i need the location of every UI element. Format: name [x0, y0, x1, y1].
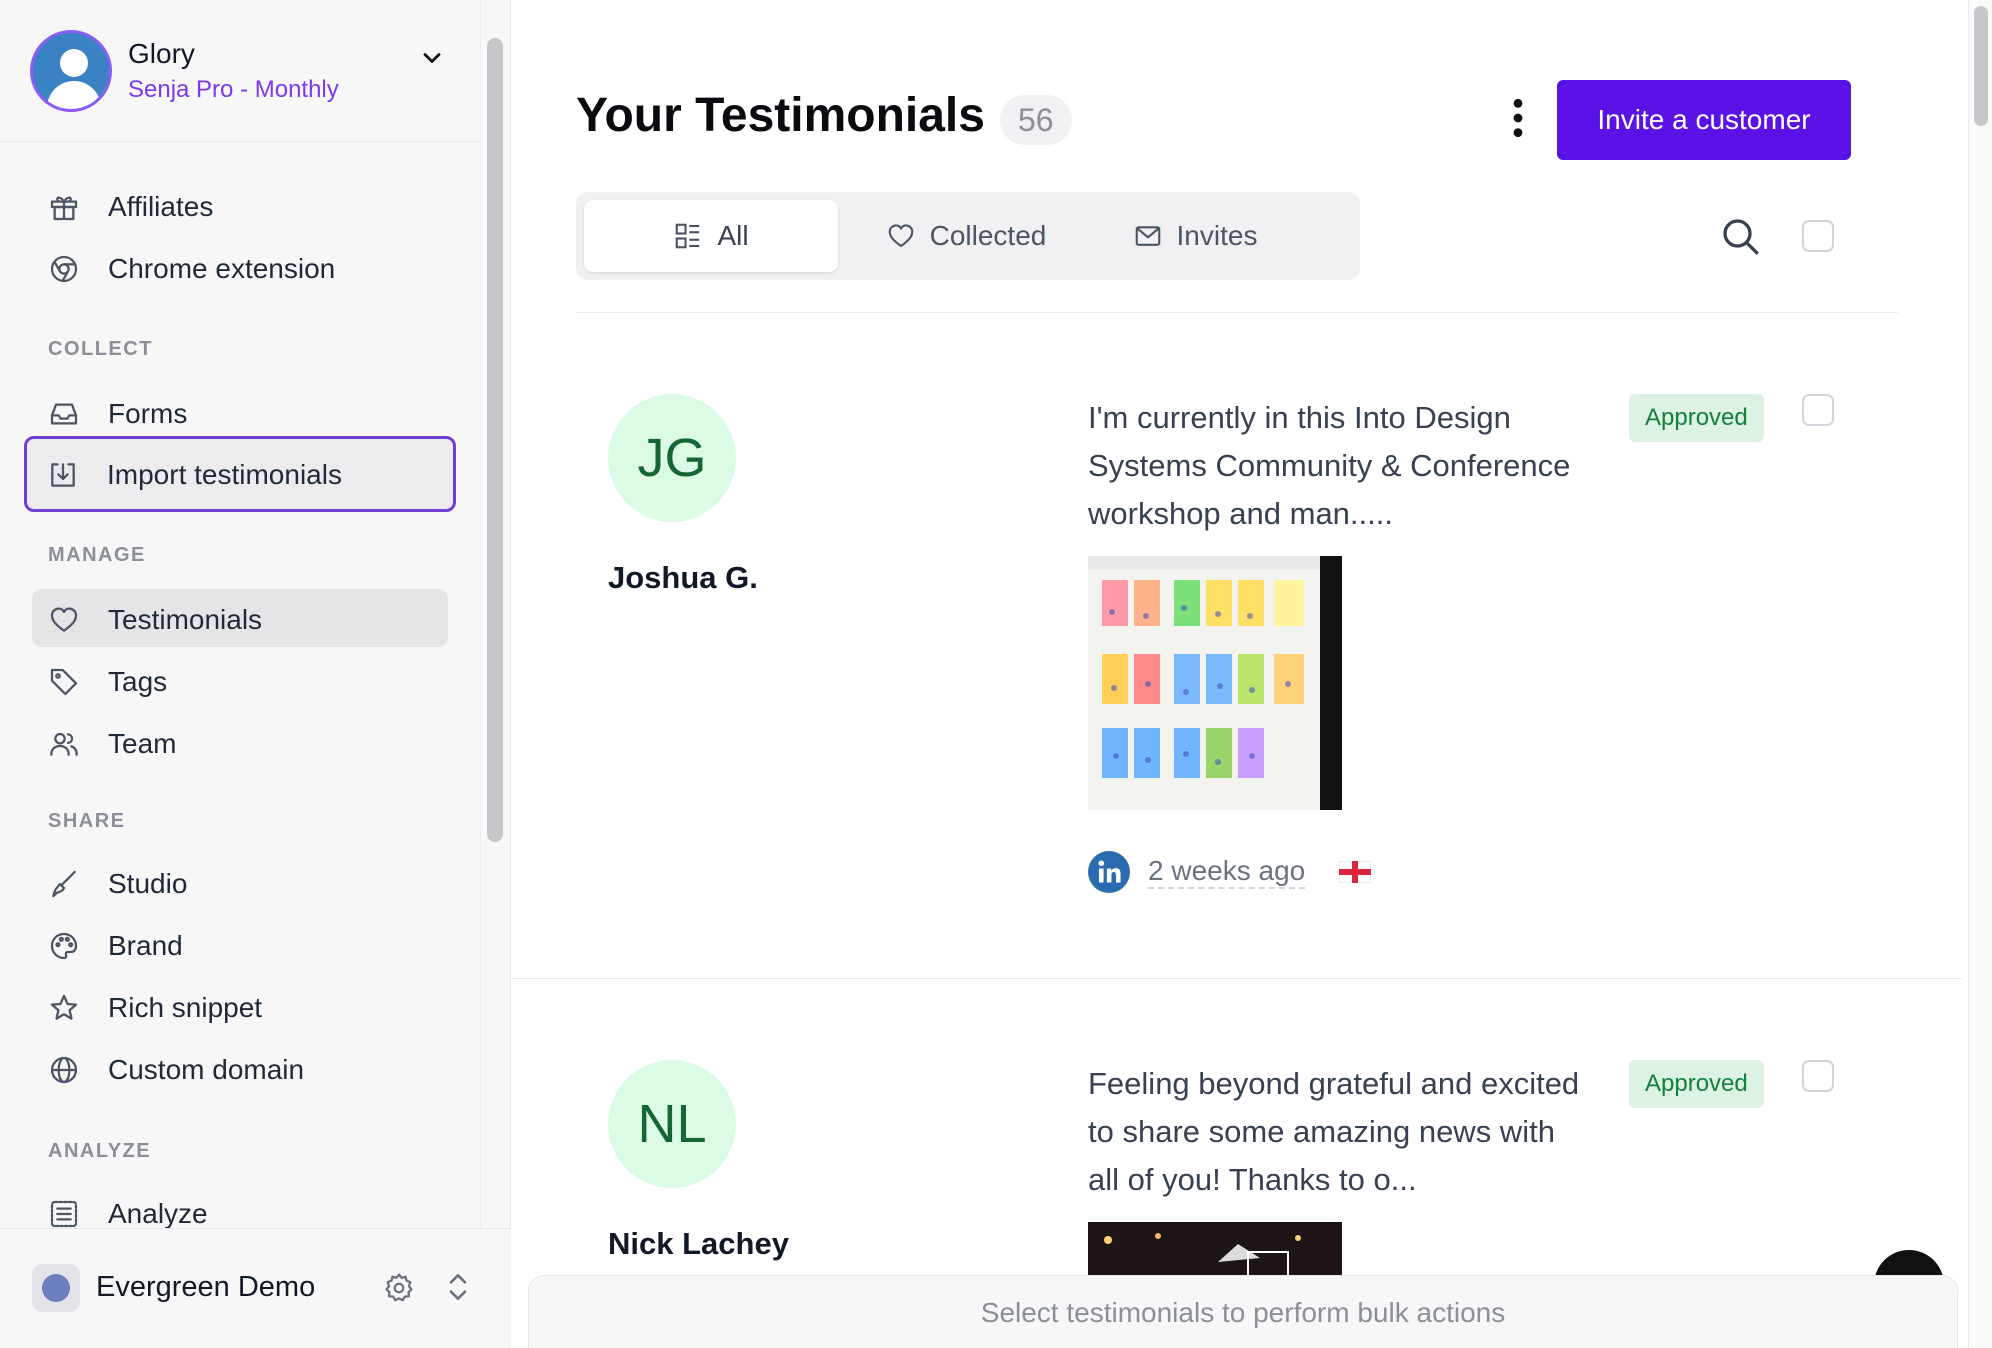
inbox-icon — [50, 403, 78, 425]
sidebar-item-analyze[interactable]: Analyze — [32, 1183, 448, 1228]
status-badge: Approved — [1629, 394, 1764, 442]
account-name: Glory — [128, 38, 195, 69]
testimonial-checkbox[interactable] — [1802, 1060, 1834, 1092]
account-switcher[interactable]: Glory Senja Pro - Monthly — [0, 0, 480, 142]
sidebar-item-label: Tags — [108, 666, 168, 697]
customer-initials-avatar: JG — [608, 394, 736, 522]
sidebar-item-rich-snippet[interactable]: Rich snippet — [32, 977, 448, 1035]
mail-icon — [1135, 226, 1160, 246]
tab-label: Collected — [929, 220, 1047, 251]
sidebar-item-testimonials[interactable]: Testimonials — [32, 589, 448, 647]
section-title-collect: COLLECT — [48, 338, 153, 360]
tag-icon — [50, 668, 78, 696]
workspace-name: Evergreen Demo — [96, 1271, 316, 1303]
users-icon — [50, 732, 78, 756]
testimonial-count-badge: 56 — [1000, 95, 1072, 145]
sidebar-item-forms[interactable]: Forms — [32, 383, 448, 441]
workspace-logo — [32, 1264, 80, 1312]
more-options-icon[interactable] — [1504, 96, 1532, 140]
section-title-analyze: ANALYZE — [48, 1140, 152, 1162]
sidebar-item-label: Custom domain — [108, 1054, 305, 1085]
divider — [576, 312, 1898, 313]
heart-icon — [50, 607, 78, 632]
brush-icon — [52, 870, 76, 898]
heart-icon — [888, 224, 913, 248]
testimonial-meta: 2 weeks ago — [1088, 850, 1372, 894]
sidebar-item-label: Team — [108, 728, 177, 759]
sidebar-item-studio[interactable]: Studio — [32, 853, 448, 911]
sidebar-item-label: Brand — [108, 930, 183, 961]
invite-customer-button[interactable]: Invite a customer — [1557, 80, 1851, 160]
chevron-down-icon[interactable] — [418, 44, 446, 72]
page-title: Your Testimonials — [576, 89, 985, 142]
testimonial-text[interactable]: Feeling beyond grateful and excited to s… — [1088, 1060, 1588, 1204]
sidebar-item-team[interactable]: Team — [32, 713, 448, 771]
sidebar-item-brand[interactable]: Brand — [32, 915, 448, 973]
bulk-actions-bar: Select testimonials to perform bulk acti… — [528, 1275, 1958, 1348]
sidebar: Glory Senja Pro - Monthly Affiliates Chr… — [0, 0, 511, 1348]
gear-icon[interactable] — [382, 1271, 416, 1305]
search-icon[interactable] — [1720, 216, 1760, 256]
customer-initials-avatar: NL — [608, 1060, 736, 1188]
sidebar-item-import-testimonials[interactable]: Import testimonials — [24, 436, 456, 512]
sidebar-item-label: Studio — [108, 868, 188, 899]
sidebar-item-label: Chrome extension — [108, 253, 336, 284]
sidebar-item-label: Forms — [108, 398, 188, 429]
tab-invites[interactable]: Invites — [1098, 200, 1292, 272]
card-divider — [512, 978, 1962, 979]
main-content: Your Testimonials 56 Invite a customer A… — [512, 0, 1992, 1348]
chrome-icon — [50, 255, 78, 283]
linkedin-icon[interactable] — [1088, 851, 1130, 893]
main-scrollbar[interactable] — [1968, 0, 1992, 1348]
status-badge: Approved — [1629, 1060, 1764, 1108]
sidebar-item-label: Analyze — [108, 1198, 208, 1228]
sidebar-item-custom-domain[interactable]: Custom domain — [32, 1039, 448, 1097]
tab-bar: All Collected Invites — [576, 192, 1360, 280]
globe-icon — [50, 1056, 78, 1084]
tab-label: Invites — [1176, 220, 1258, 251]
testimonial-checkbox[interactable] — [1802, 394, 1834, 426]
sidebar-scroll-area: Glory Senja Pro - Monthly Affiliates Chr… — [0, 0, 481, 1228]
palette-icon — [50, 932, 78, 960]
account-plan: Senja Pro - Monthly — [128, 76, 339, 103]
user-avatar — [30, 30, 112, 112]
select-all-checkbox[interactable] — [1802, 220, 1834, 252]
sidebar-item-label: Testimonials — [108, 604, 263, 635]
star-icon — [50, 994, 78, 1020]
testimonial-text[interactable]: I'm currently in this Into Design System… — [1088, 394, 1588, 538]
sidebar-item-label: Affiliates — [108, 191, 214, 222]
sidebar-item-chrome-extension[interactable]: Chrome extension — [32, 238, 448, 296]
testimonial-image[interactable] — [1088, 556, 1342, 810]
customer-name: Nick Lachey — [608, 1226, 789, 1261]
section-title-manage: MANAGE — [48, 544, 146, 566]
workspace-switcher[interactable]: Evergreen Demo — [0, 1228, 511, 1348]
chevron-up-down-icon[interactable] — [444, 1269, 472, 1305]
list-icon — [50, 1200, 78, 1228]
gift-icon — [50, 196, 78, 221]
sidebar-item-label: Rich snippet — [108, 992, 263, 1023]
sidebar-item-label: Import testimonials — [107, 459, 342, 490]
section-title-share: SHARE — [48, 810, 126, 832]
tab-all[interactable]: All — [584, 200, 838, 272]
import-icon — [51, 463, 75, 487]
sidebar-item-tags[interactable]: Tags — [32, 651, 448, 709]
testimonial-date[interactable]: 2 weeks ago — [1148, 855, 1306, 889]
layout-icon — [676, 223, 700, 249]
sidebar-item-affiliates[interactable]: Affiliates — [32, 176, 448, 234]
england-flag-icon — [1339, 861, 1372, 883]
testimonial-image[interactable] — [1088, 1222, 1342, 1282]
sidebar-scrollbar[interactable] — [487, 38, 503, 842]
tab-collected[interactable]: Collected — [856, 200, 1076, 272]
customer-name: Joshua G. — [608, 560, 758, 595]
tab-label: All — [717, 220, 749, 251]
